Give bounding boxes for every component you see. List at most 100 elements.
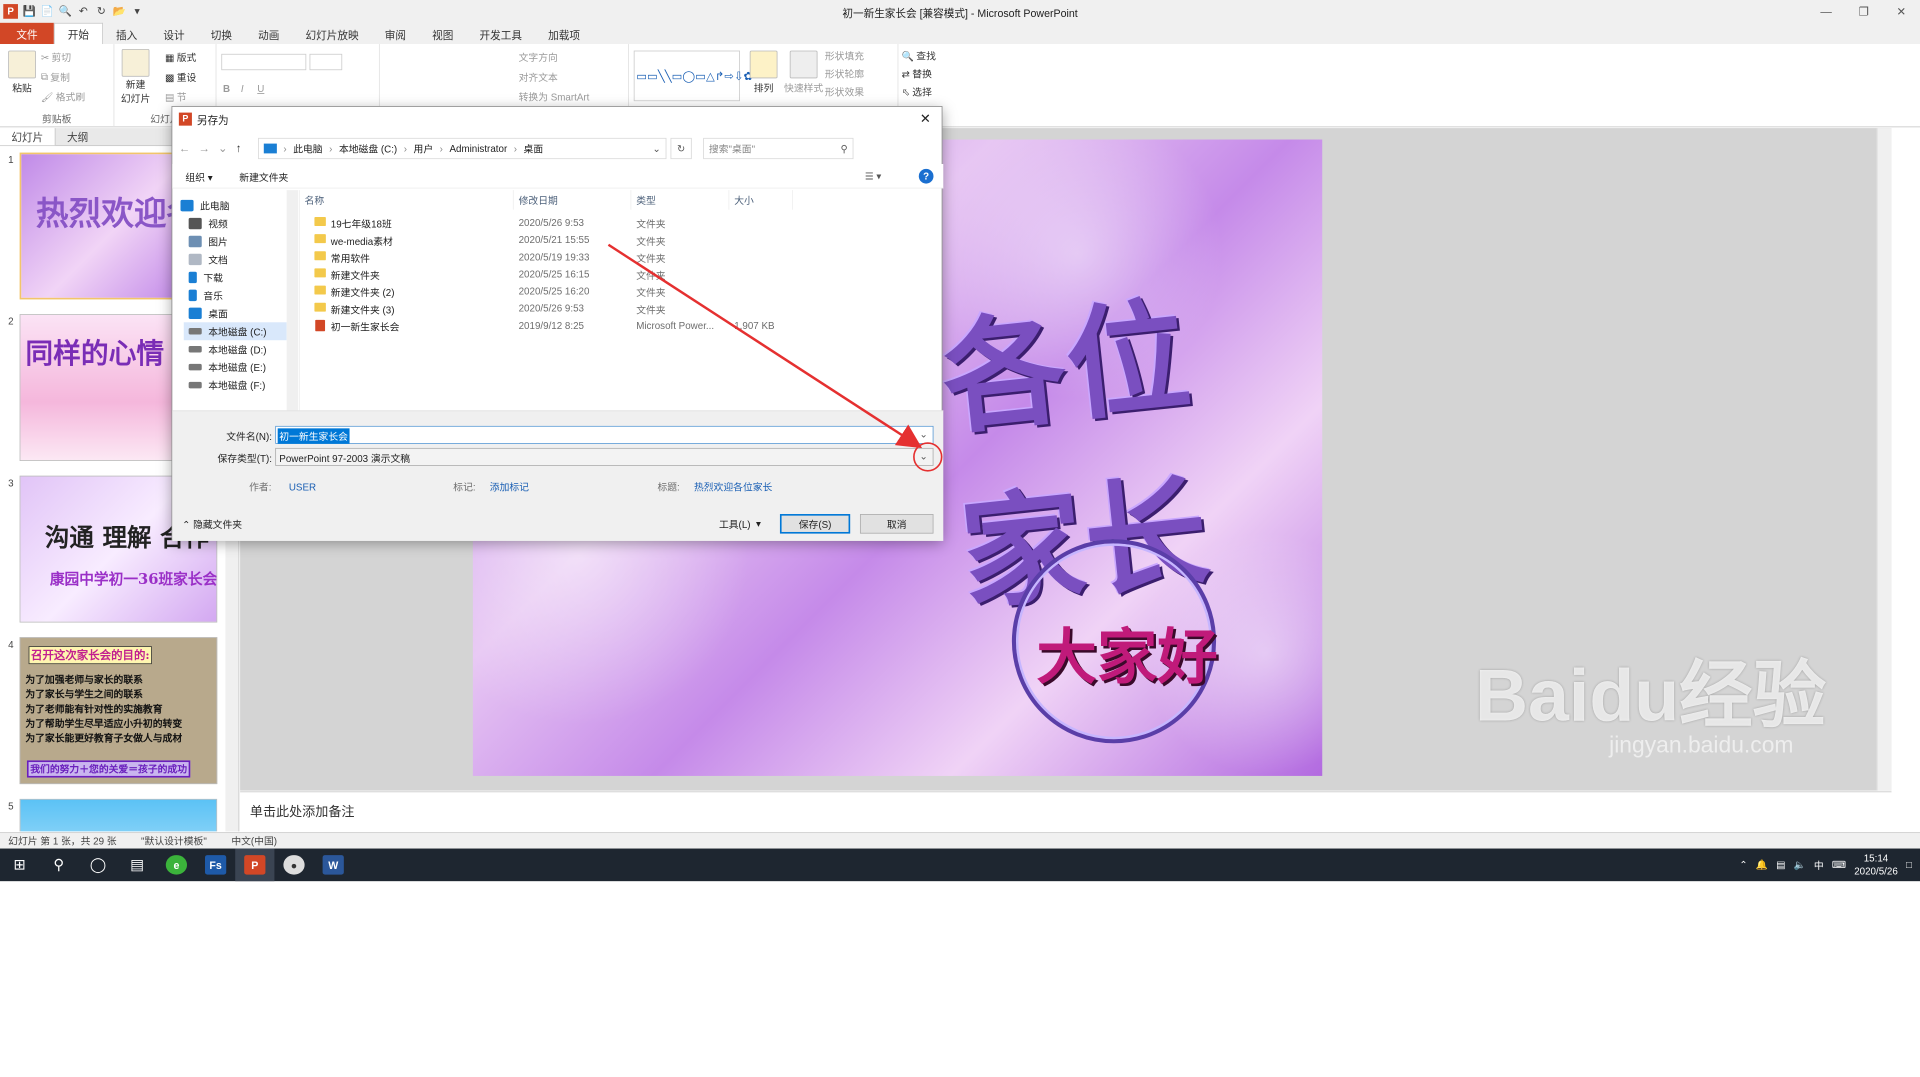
maximize-icon[interactable]: ❐ bbox=[1845, 0, 1883, 23]
tab-review[interactable]: 审阅 bbox=[372, 24, 419, 44]
column-size[interactable]: 大小 bbox=[729, 190, 794, 210]
taskbar-game[interactable]: ● bbox=[274, 849, 313, 882]
font-size-select[interactable] bbox=[309, 53, 343, 71]
nav-desktop[interactable]: 桌面 bbox=[188, 304, 228, 322]
filename-dropdown-icon[interactable]: ⌄ bbox=[920, 428, 928, 439]
ime-indicator[interactable]: 中 bbox=[1814, 858, 1824, 872]
reset-button[interactable]: ▩ 重设 bbox=[165, 70, 196, 84]
title-value[interactable]: 热烈欢迎各位家长 bbox=[694, 481, 772, 492]
tools-dropdown[interactable]: 工具(L) ▾ bbox=[708, 514, 772, 534]
section-button[interactable]: ▤ 节 bbox=[165, 90, 187, 104]
shapes-gallery[interactable]: ▭▭╲╲▭◯▭△↱⇨⇩✿ bbox=[633, 50, 753, 102]
slide-editor-scrollbar[interactable] bbox=[1876, 128, 1892, 791]
new-folder-button[interactable]: 新建文件夹 bbox=[239, 171, 288, 185]
nav-drive-c[interactable]: 本地磁盘 (C:) bbox=[183, 322, 287, 341]
nav-drive-d[interactable]: 本地磁盘 (D:) bbox=[188, 340, 267, 358]
layout-button[interactable]: ▦ 版式 bbox=[165, 51, 196, 65]
address-dropdown-icon[interactable]: ⌄ bbox=[652, 143, 660, 154]
copy-button[interactable]: ⧉ 复制 bbox=[41, 70, 70, 84]
dialog-close-icon[interactable]: ✕ bbox=[909, 107, 942, 131]
align-text-button[interactable]: 对齐文本 bbox=[519, 70, 558, 84]
cancel-button[interactable]: 取消 bbox=[859, 514, 934, 534]
tab-animations[interactable]: 动画 bbox=[245, 24, 292, 44]
chevron-up-icon[interactable]: ⌃ bbox=[1739, 859, 1747, 870]
tab-addins[interactable]: 加载项 bbox=[535, 24, 593, 44]
file-row[interactable]: we-media素材 2020/5/21 15:55 文件夹 bbox=[300, 232, 944, 249]
nav-this-pc[interactable]: 此电脑 bbox=[180, 197, 230, 215]
action-center-icon[interactable]: □ bbox=[1906, 859, 1912, 870]
font-name-select[interactable] bbox=[221, 53, 307, 71]
format-painter-button[interactable]: 🖌 格式刷 bbox=[41, 90, 85, 104]
customize-qat-icon[interactable]: ▾ bbox=[131, 5, 144, 18]
nav-drive-f[interactable]: 本地磁盘 (F:) bbox=[188, 376, 265, 394]
author-value[interactable]: USER bbox=[289, 481, 316, 492]
notes-pane[interactable]: 单击此处添加备注 bbox=[240, 791, 1892, 833]
help-icon[interactable]: ? bbox=[918, 168, 934, 184]
up-arrow-icon[interactable]: ↑ bbox=[236, 141, 242, 155]
taskbar-word[interactable]: W bbox=[314, 849, 353, 882]
breadcrumb-item[interactable]: 此电脑 bbox=[293, 142, 322, 156]
arrange-button[interactable]: 排列 bbox=[749, 50, 778, 95]
nav-music[interactable]: 音乐 bbox=[188, 286, 223, 304]
tab-slides-pane[interactable]: 幻灯片 bbox=[0, 128, 56, 146]
italic-icon[interactable]: I bbox=[241, 83, 244, 94]
nav-drive-e[interactable]: 本地磁盘 (E:) bbox=[188, 358, 266, 376]
keyboard-icon[interactable]: ⌨ bbox=[1832, 859, 1846, 870]
replace-button[interactable]: ⇄ 替换 bbox=[902, 67, 932, 81]
search-icon[interactable]: ⚲ bbox=[39, 849, 78, 882]
column-type[interactable]: 类型 bbox=[631, 190, 730, 210]
breadcrumb-item[interactable]: 本地磁盘 (C:) bbox=[339, 142, 397, 156]
filename-input[interactable]: 初一新生家长会 ⌄ bbox=[275, 425, 934, 444]
windows-start-icon[interactable]: ⊞ bbox=[0, 849, 39, 882]
file-row[interactable]: 新建文件夹 (3) 2020/5/26 9:53 文件夹 bbox=[300, 300, 944, 317]
save-icon[interactable]: 💾 bbox=[23, 5, 36, 18]
find-button[interactable]: 🔍 查找 bbox=[902, 49, 936, 63]
nav-pictures[interactable]: 图片 bbox=[188, 233, 228, 251]
column-date[interactable]: 修改日期 bbox=[514, 190, 632, 210]
task-view-icon[interactable]: ▤ bbox=[118, 849, 157, 882]
slide-thumb-5[interactable]: 5 bbox=[3, 798, 218, 832]
view-options-icon[interactable]: ☰ ▾ bbox=[865, 171, 881, 182]
close-icon[interactable]: ✕ bbox=[1882, 0, 1920, 23]
breadcrumb-item[interactable]: 用户 bbox=[414, 142, 434, 156]
language[interactable]: 中文(中国) bbox=[231, 834, 277, 848]
open-icon[interactable]: 📂 bbox=[113, 5, 126, 18]
select-button[interactable]: ⬁ 选择 bbox=[902, 85, 932, 99]
file-row[interactable]: 新建文件夹 (2) 2020/5/25 16:20 文件夹 bbox=[300, 283, 944, 300]
refresh-icon[interactable]: ↻ bbox=[670, 137, 692, 160]
tab-developer[interactable]: 开发工具 bbox=[466, 24, 535, 44]
save-button[interactable]: 保存(S) bbox=[779, 514, 851, 534]
back-arrow-icon[interactable]: ← bbox=[179, 141, 190, 155]
tags-value[interactable]: 添加标记 bbox=[490, 481, 529, 492]
tab-home[interactable]: 开始 bbox=[53, 22, 103, 45]
tab-view[interactable]: 视图 bbox=[419, 24, 466, 44]
file-row[interactable]: 初一新生家长会 2019/9/12 8:25 Microsoft Power..… bbox=[300, 317, 944, 334]
system-clock[interactable]: 15:14 2020/5/26 bbox=[1854, 852, 1898, 878]
tab-insert[interactable]: 插入 bbox=[103, 24, 150, 44]
tab-file[interactable]: 文件 bbox=[0, 22, 54, 45]
search-input[interactable]: 搜索"桌面" ⚲ bbox=[703, 137, 854, 160]
file-row[interactable]: 新建文件夹 2020/5/25 16:15 文件夹 bbox=[300, 266, 944, 283]
cortana-icon[interactable]: ◯ bbox=[78, 849, 117, 882]
quick-styles-button[interactable]: 快速样式 bbox=[784, 50, 823, 95]
organize-button[interactable]: 组织 ▾ bbox=[185, 171, 212, 185]
tab-transitions[interactable]: 切换 bbox=[198, 24, 245, 44]
notification-bell-icon[interactable]: 🔔 bbox=[1756, 859, 1768, 870]
filetype-select[interactable]: PowerPoint 97-2003 演示文稿 ⌄ bbox=[275, 447, 934, 466]
nav-documents[interactable]: 文档 bbox=[188, 250, 228, 268]
convert-smartart-button[interactable]: 转换为 SmartArt bbox=[519, 90, 590, 104]
print-preview-icon[interactable]: 🔍 bbox=[59, 5, 72, 18]
bold-icon[interactable]: B bbox=[223, 83, 230, 94]
volume-icon[interactable]: 🔈 bbox=[1794, 859, 1806, 870]
slide-thumb-4[interactable]: 4 召开这次家长会的目的: 为了加强老师与家长的联系 为了家长与学生之间的联系 … bbox=[3, 637, 218, 792]
breadcrumb-item[interactable]: 桌面 bbox=[524, 142, 544, 156]
taskbar-photoshop[interactable]: Fs bbox=[196, 849, 235, 882]
file-row[interactable]: 19七年级18班 2020/5/26 9:53 文件夹 bbox=[300, 215, 944, 232]
slide-greeting[interactable]: 大家好 bbox=[1036, 609, 1217, 696]
shape-effects-button[interactable]: 形状效果 bbox=[825, 85, 864, 99]
shape-outline-button[interactable]: 形状轮廓 bbox=[825, 67, 864, 81]
tab-design[interactable]: 设计 bbox=[150, 24, 197, 44]
recent-dropdown-icon[interactable]: ⌄ bbox=[218, 141, 228, 155]
new-doc-icon[interactable]: 📄 bbox=[41, 5, 54, 18]
paste-button[interactable]: 粘贴 bbox=[8, 50, 36, 95]
